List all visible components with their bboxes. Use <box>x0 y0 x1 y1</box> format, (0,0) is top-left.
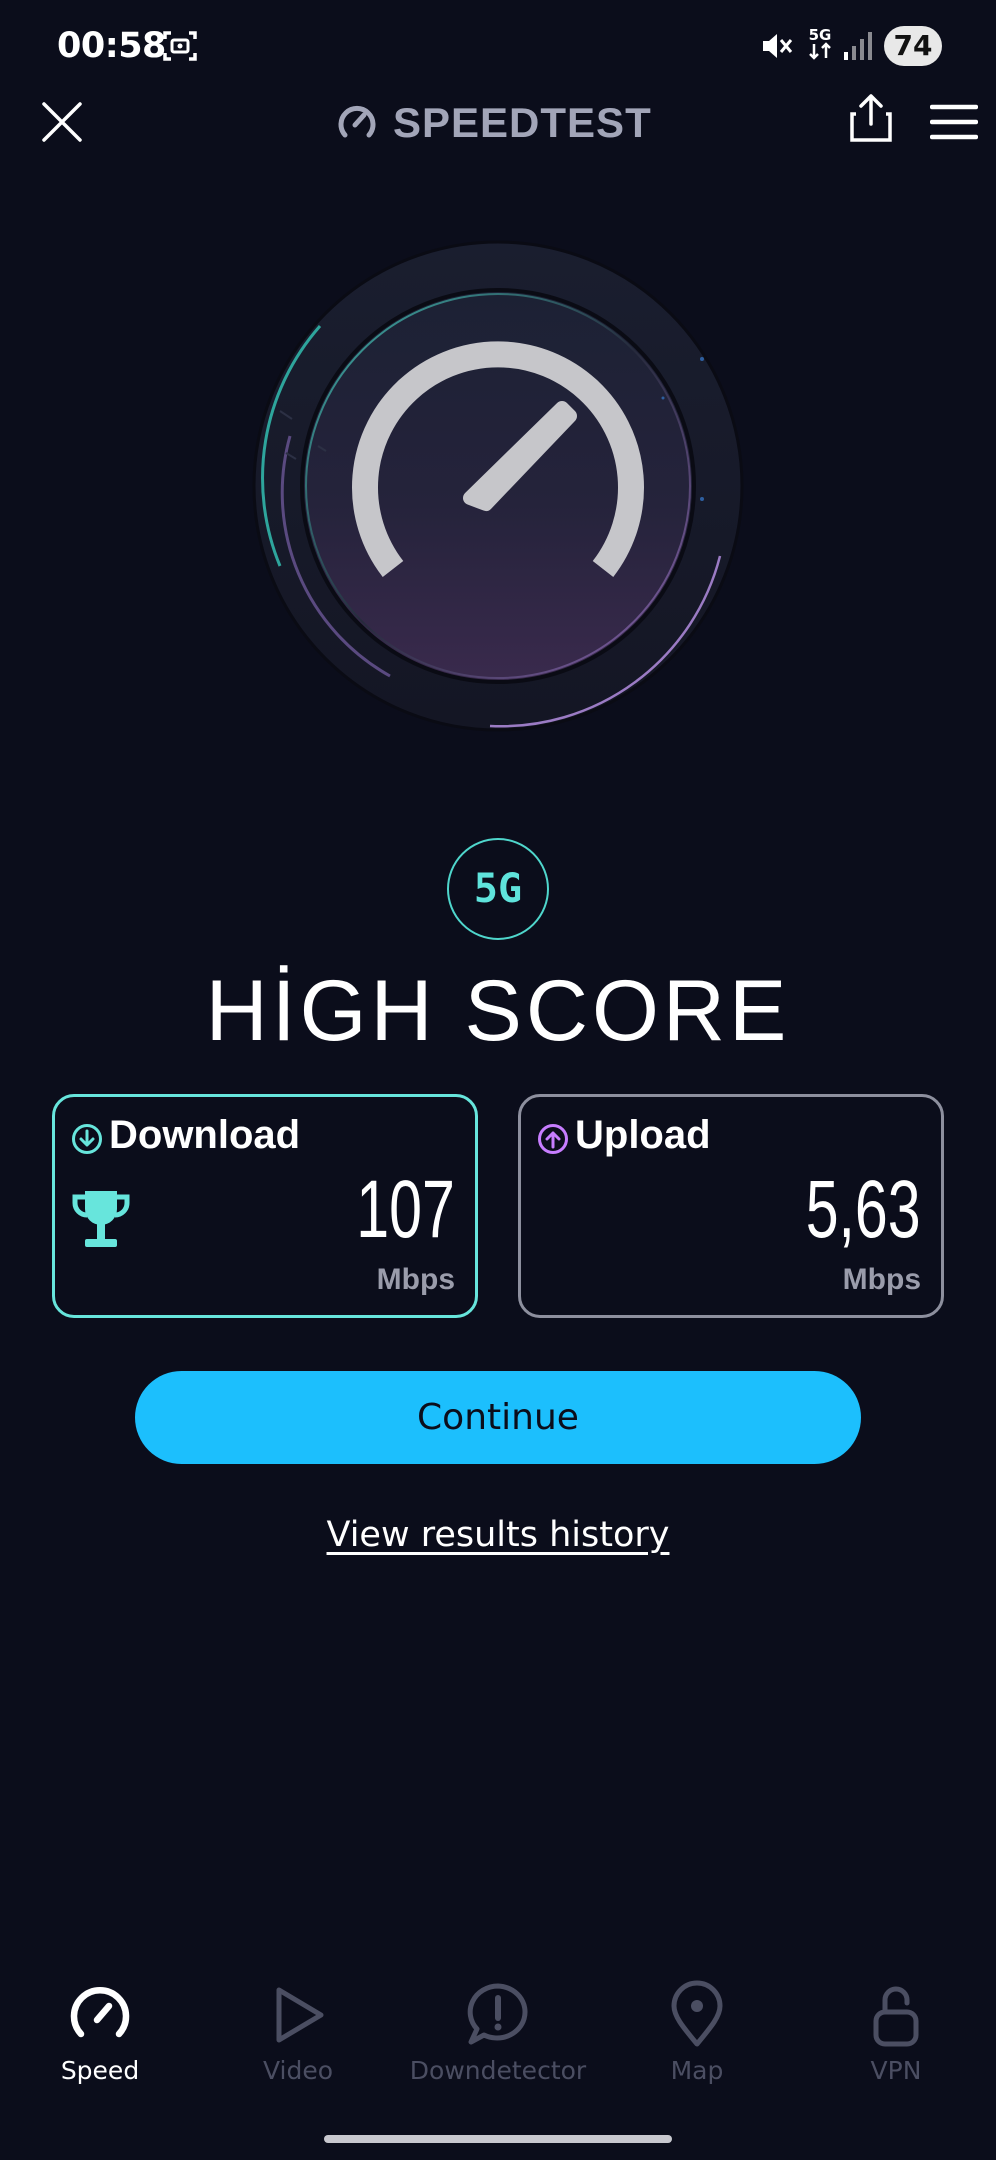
play-icon <box>276 1987 324 2043</box>
battery-indicator: 74 <box>884 26 942 66</box>
continue-button[interactable]: Continue <box>135 1371 861 1464</box>
download-arrow-icon <box>72 1124 102 1154</box>
trophy-icon <box>72 1191 130 1247</box>
network-5g-icon: 5G <box>809 26 832 60</box>
nav-video[interactable]: Video <box>198 1980 398 2085</box>
speedometer-icon <box>338 105 376 138</box>
nav-downdetector-label: Downdetector <box>409 2056 587 2085</box>
nav-vpn[interactable]: VPN <box>796 1980 996 2085</box>
download-label: Download <box>109 1113 301 1157</box>
nav-speed-label: Speed <box>60 2056 140 2085</box>
nav-video-label: Video <box>262 2056 334 2085</box>
speed-gauge <box>252 240 744 732</box>
share-icon[interactable] <box>848 92 894 144</box>
status-bar: 00:58 5G 74 <box>0 0 996 92</box>
map-pin-icon <box>671 1980 723 2047</box>
nav-speed[interactable]: Speed <box>0 1980 200 2085</box>
network-5g-text: 5G <box>809 26 832 44</box>
app-title: SPEEDTEST <box>393 99 652 146</box>
upload-unit: Mbps <box>842 1263 921 1296</box>
mute-icon <box>763 34 793 58</box>
speedometer-icon <box>70 1987 130 2038</box>
nav-map[interactable]: Map <box>597 1980 797 2085</box>
alert-icon <box>467 1983 528 2045</box>
signal-icon <box>844 32 872 60</box>
status-time: 00:58 <box>57 26 166 66</box>
upload-arrow-icon <box>538 1124 568 1154</box>
download-card[interactable]: Download 107 Mbps <box>52 1094 478 1318</box>
bottom-navigation: Speed Video Downdetector Map VPN <box>0 1980 996 2100</box>
download-value: 107 <box>356 1164 455 1255</box>
download-unit: Mbps <box>376 1263 455 1296</box>
network-badge: 5G <box>447 838 549 940</box>
upload-label: Upload <box>575 1113 711 1157</box>
home-indicator[interactable] <box>324 2135 672 2143</box>
app-header: SPEEDTEST <box>0 92 996 192</box>
nav-downdetector[interactable]: Downdetector <box>398 1980 598 2085</box>
nav-map-label: Map <box>670 2056 724 2085</box>
upload-card[interactable]: Upload 5,63 Mbps <box>518 1094 944 1318</box>
unlocked-icon <box>873 1986 919 2047</box>
view-results-history-link[interactable]: View results history <box>0 1515 996 1555</box>
upload-value: 5,63 <box>806 1164 921 1255</box>
nav-vpn-label: VPN <box>870 2056 922 2085</box>
close-icon[interactable] <box>40 100 84 144</box>
menu-icon[interactable] <box>930 102 978 142</box>
screenshot-icon <box>163 31 197 61</box>
result-headline: HİGH SCORE <box>205 963 791 1059</box>
app-brand: SPEEDTEST <box>335 96 652 150</box>
